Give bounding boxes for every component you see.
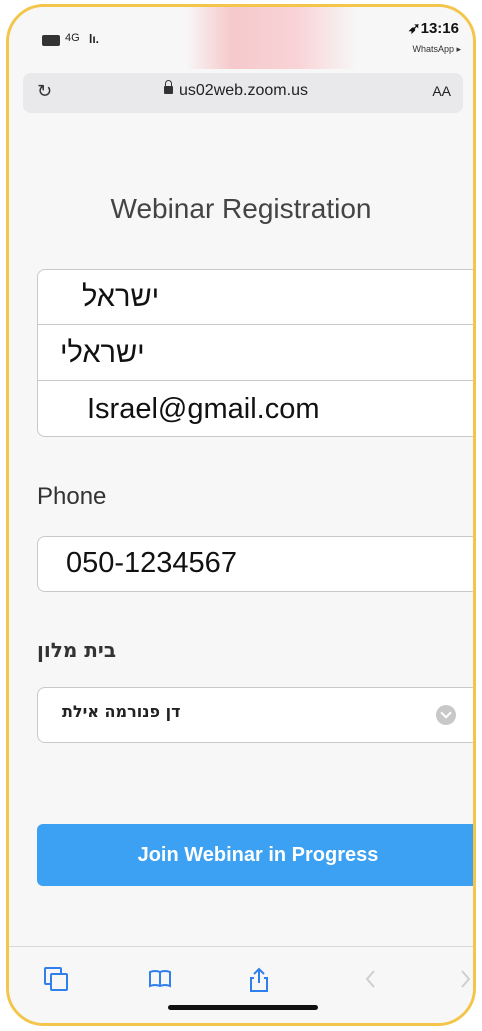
first-name-field[interactable]: ישראל [38, 270, 473, 325]
phone-label: Phone [37, 483, 107, 510]
join-webinar-button[interactable]: Join Webinar in Progress [37, 824, 473, 886]
lock-icon [164, 80, 173, 94]
email-field[interactable]: Israel@gmail.com [38, 382, 473, 436]
forward-icon[interactable] [453, 967, 473, 991]
back-to-app-link[interactable]: WhatsApp ▸ [412, 44, 461, 55]
network-label: 4G [65, 32, 80, 44]
browser-toolbar [9, 946, 473, 1023]
phone-value: 050-1234567 [66, 547, 237, 579]
clock-time: 13:16 [420, 20, 459, 37]
reload-icon[interactable]: ↻ [37, 81, 52, 102]
last-name-field[interactable]: ישראלי [38, 326, 473, 381]
phone-frame: 4G lı. ➶13:16 WhatsApp ▸ ↻ us02web.zoom.… [6, 4, 476, 1026]
url-text[interactable]: us02web.zoom.us [179, 82, 308, 100]
book-icon[interactable] [148, 967, 172, 991]
address-bar[interactable]: ↻ us02web.zoom.us AA [23, 73, 463, 113]
home-indicator[interactable] [168, 1005, 318, 1010]
first-name-value: ישראל [82, 281, 160, 313]
email-value: Israel@gmail.com [87, 393, 320, 425]
battery-icon [42, 35, 60, 46]
signal-icon: lı. [89, 32, 100, 46]
phone-field[interactable]: 050-1234567 [37, 536, 473, 592]
share-icon[interactable] [247, 967, 271, 992]
name-email-group: ישראל ישראלי Israel@gmail.com [37, 269, 473, 437]
chevron-down-icon[interactable] [436, 705, 456, 725]
hotel-label: בית מלון [37, 638, 117, 662]
location-arrow-icon: ➶ [408, 20, 421, 37]
back-icon[interactable] [359, 967, 383, 991]
last-name-value: ישראלי [60, 337, 145, 369]
status-bar: 4G lı. ➶13:16 WhatsApp ▸ [9, 7, 473, 69]
hotel-select[interactable]: דן פנורמה אילת [37, 687, 473, 743]
tabs-icon[interactable] [44, 967, 68, 991]
page-title: Webinar Registration [110, 193, 372, 224]
text-size-button[interactable]: AA [432, 83, 451, 99]
clock: ➶13:16 [408, 19, 459, 37]
hotel-selected-value: דן פנורמה אילת [62, 702, 181, 721]
